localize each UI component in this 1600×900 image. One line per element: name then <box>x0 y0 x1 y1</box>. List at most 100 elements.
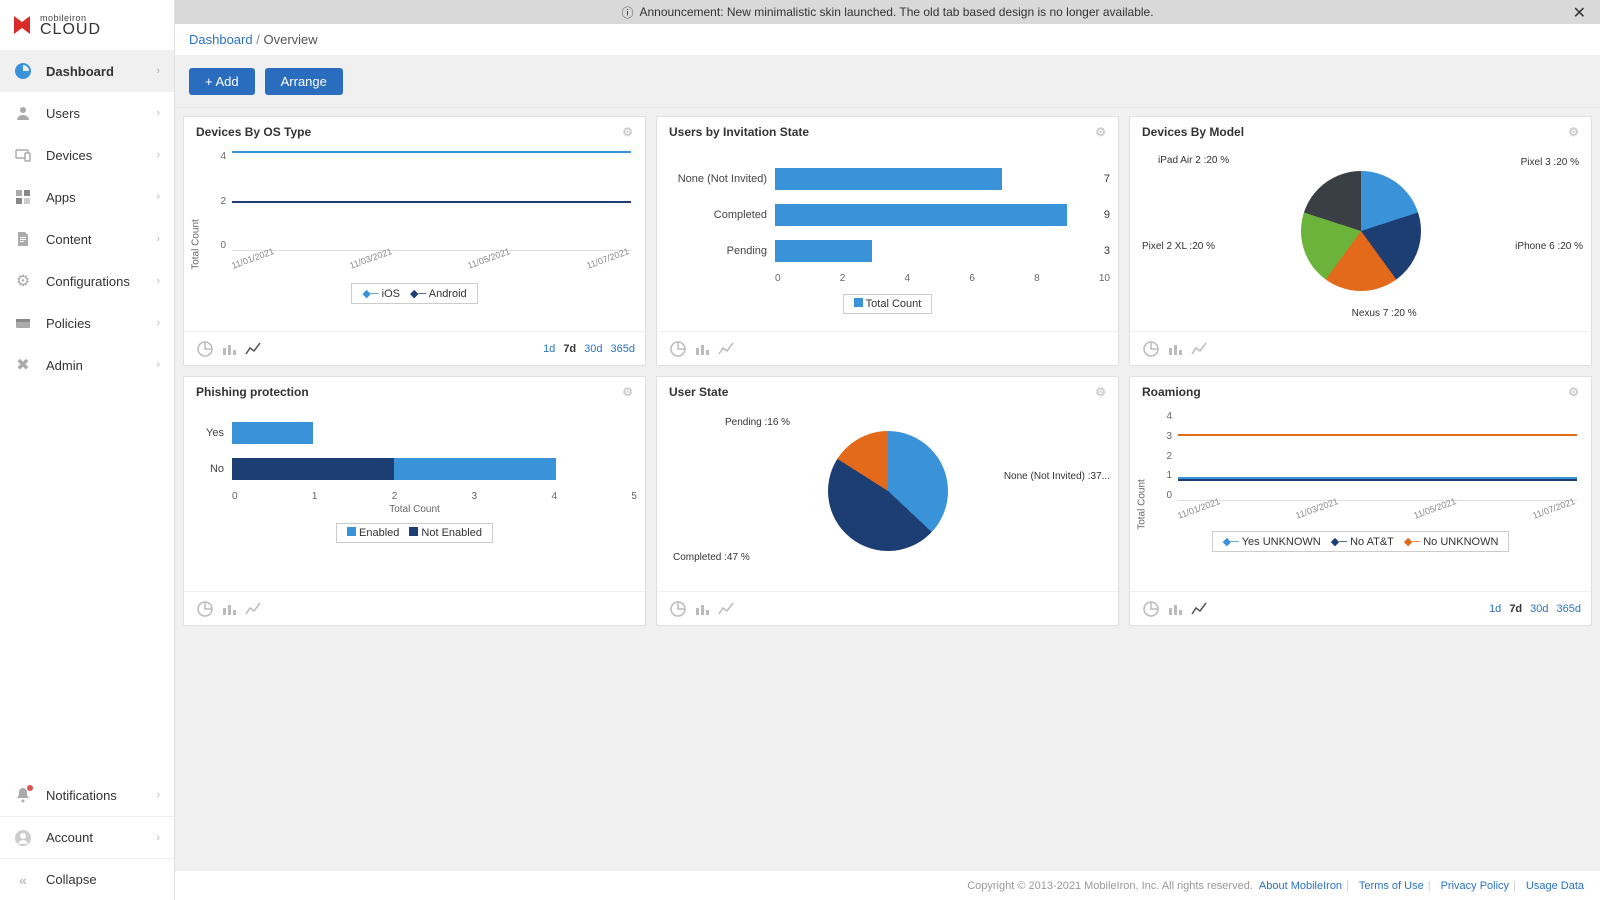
card-footer: 1d 7d 30d 365d <box>184 331 645 365</box>
line-chart-icon[interactable] <box>715 598 737 620</box>
arrange-button[interactable]: Arrange <box>265 68 343 95</box>
device-icon <box>14 146 32 164</box>
chevron-right-icon: › <box>156 65 160 77</box>
nav-label: Admin <box>46 358 156 373</box>
line-chart-icon[interactable] <box>242 338 264 360</box>
nav-apps[interactable]: Apps› <box>0 176 174 218</box>
bar-chart-icon[interactable] <box>1164 598 1186 620</box>
pie-chart-icon[interactable] <box>1140 598 1162 620</box>
brand-big: CLOUD <box>40 23 101 37</box>
footer-link[interactable]: About MobileIron <box>1259 880 1342 892</box>
footer-link[interactable]: Usage Data <box>1526 880 1584 892</box>
card-title: Users by Invitation State <box>669 125 809 139</box>
brand-mark-icon <box>10 13 34 37</box>
chevron-right-icon: › <box>156 233 160 245</box>
pie-chart-icon[interactable] <box>667 338 689 360</box>
timeframe-365d[interactable]: 365d <box>611 343 635 355</box>
pie-chart-icon[interactable] <box>1140 338 1162 360</box>
nav-users[interactable]: Users› <box>0 92 174 134</box>
nav-label: Devices <box>46 148 156 163</box>
collapse-icon: « <box>14 871 32 889</box>
breadcrumb-current: Overview <box>263 32 317 47</box>
close-icon[interactable]: ✕ <box>1573 3 1586 23</box>
toolbar: + Add Arrange <box>175 56 1600 108</box>
breadcrumb-root[interactable]: Dashboard <box>189 32 253 47</box>
timeframe-30d[interactable]: 30d <box>1530 603 1548 615</box>
card-title: Devices By OS Type <box>196 125 311 139</box>
card-title: Devices By Model <box>1142 125 1244 139</box>
pie-chart-icon[interactable] <box>667 598 689 620</box>
sidebar: mobileiron CLOUD Dashboard›Users›Devices… <box>0 0 175 900</box>
page-footer: Copyright © 2013-2021 MobileIron, Inc. A… <box>175 870 1600 900</box>
card-title: User State <box>669 385 728 399</box>
nav-label: Policies <box>46 316 156 331</box>
gear-icon: ⚙ <box>14 272 32 290</box>
pie-user-state <box>828 431 948 551</box>
chevron-right-icon: › <box>156 789 160 801</box>
bar-chart-icon[interactable] <box>1164 338 1186 360</box>
bar-chart-icon[interactable] <box>691 338 713 360</box>
timeframe-30d[interactable]: 30d <box>584 343 602 355</box>
chevron-right-icon: › <box>156 107 160 119</box>
card-devices-model: Devices By Model⚙ Pixel 3 :20 % iPhone 6… <box>1129 116 1592 366</box>
nav-label: Users <box>46 106 156 121</box>
nav-policies[interactable]: Policies› <box>0 302 174 344</box>
timeframe-1d[interactable]: 1d <box>1489 603 1501 615</box>
announcement-bar: ⓘ Announcement: New minimalistic skin la… <box>175 0 1600 24</box>
gear-icon[interactable]: ⚙ <box>1095 125 1106 139</box>
gear-icon[interactable]: ⚙ <box>622 385 633 399</box>
pie-chart-icon[interactable] <box>194 338 216 360</box>
nav-label: Configurations <box>46 274 156 289</box>
timeframe-365d[interactable]: 365d <box>1557 603 1581 615</box>
legend: ◆─ Yes UNKNOWN ◆─ No AT&T ◆─ No UNKNOWN <box>1212 531 1510 552</box>
info-icon: ⓘ <box>621 4 633 21</box>
timeframe-7d[interactable]: 7d <box>1509 603 1522 615</box>
line-chart-icon[interactable] <box>1188 338 1210 360</box>
gear-icon[interactable]: ⚙ <box>622 125 633 139</box>
chart-type-switch <box>194 338 264 360</box>
gear-icon[interactable]: ⚙ <box>1568 125 1579 139</box>
nav-notifications[interactable]: Notifications› <box>0 774 174 816</box>
brand-logo: mobileiron CLOUD <box>0 0 174 50</box>
footer-link[interactable]: Privacy Policy <box>1441 880 1509 892</box>
policy-icon <box>14 314 32 332</box>
line-chart-icon[interactable] <box>1188 598 1210 620</box>
nav-collapse[interactable]: «Collapse <box>0 858 174 900</box>
gear-icon[interactable]: ⚙ <box>1095 385 1106 399</box>
legend: ◆─ iOS ◆─ Android <box>351 283 477 304</box>
nav-configurations[interactable]: ⚙ Configurations› <box>0 260 174 302</box>
chevron-right-icon: › <box>156 275 160 287</box>
bar-chart-icon[interactable] <box>218 598 240 620</box>
nav-account[interactable]: Account› <box>0 816 174 858</box>
footer-link[interactable]: Terms of Use <box>1359 880 1424 892</box>
gear-icon[interactable]: ⚙ <box>1568 385 1579 399</box>
chart-type-switch <box>194 598 264 620</box>
pie-chart-icon[interactable] <box>194 598 216 620</box>
timeframe-selector: 1d 7d 30d 365d <box>1489 603 1581 615</box>
legend: Total Count <box>843 294 933 314</box>
timeframe-selector: 1d 7d 30d 365d <box>543 343 635 355</box>
chart-type-switch <box>1140 598 1210 620</box>
line-chart-icon[interactable] <box>715 338 737 360</box>
nav-admin[interactable]: ✖ Admin› <box>0 344 174 386</box>
add-button[interactable]: + Add <box>189 68 255 95</box>
line-chart-icon[interactable] <box>242 598 264 620</box>
chevron-right-icon: › <box>156 359 160 371</box>
admin-icon: ✖ <box>14 356 32 374</box>
announcement-text: Announcement: New minimalistic skin laun… <box>639 5 1153 19</box>
timeframe-1d[interactable]: 1d <box>543 343 555 355</box>
timeframe-7d[interactable]: 7d <box>563 343 576 355</box>
bar-chart-icon[interactable] <box>218 338 240 360</box>
y-axis-label: Total Count <box>190 219 201 270</box>
main-area: ⓘ Announcement: New minimalistic skin la… <box>175 0 1600 900</box>
nav-content[interactable]: Content› <box>0 218 174 260</box>
card-user-state: User State⚙ None (Not Invited) :37... Co… <box>656 376 1119 626</box>
nav-label: Apps <box>46 190 156 205</box>
chevron-right-icon: › <box>156 832 160 844</box>
nav-devices[interactable]: Devices› <box>0 134 174 176</box>
bar-chart-icon[interactable] <box>691 598 713 620</box>
card-title: Roamiong <box>1142 385 1201 399</box>
pie-icon <box>14 62 32 80</box>
nav-dashboard[interactable]: Dashboard› <box>0 50 174 92</box>
dashboard-grid: Devices By OS Type⚙ Total Count 420 11/0… <box>175 108 1600 900</box>
